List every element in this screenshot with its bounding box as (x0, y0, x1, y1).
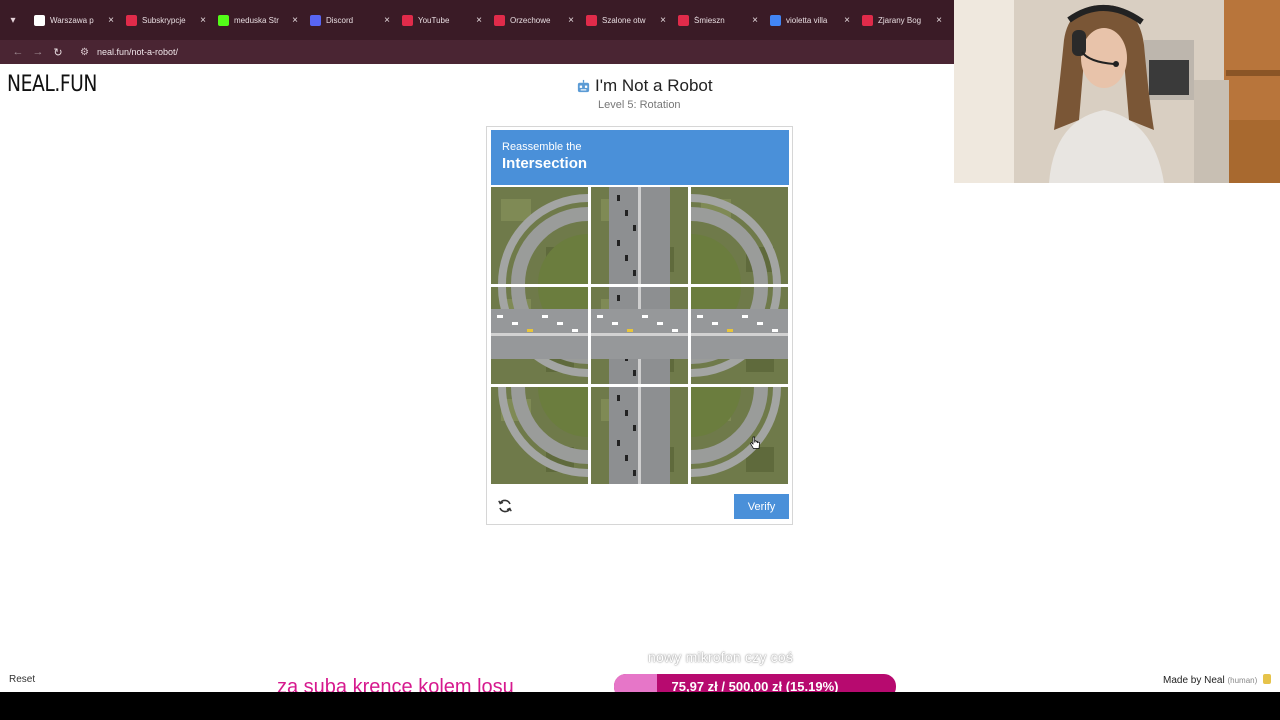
page-content: NEAL.FUN I'm Not a Robot Level 5: Rotati… (0, 64, 954, 692)
tab-close-icon[interactable]: × (752, 15, 758, 26)
tab-favicon-icon (126, 14, 137, 26)
tab-title: Zjarany Bog (878, 15, 922, 25)
tab-title: violetta villa (786, 15, 828, 25)
browser-tab[interactable]: Subskrypcje × (120, 6, 212, 34)
tab-close-icon[interactable]: × (660, 15, 666, 26)
aerial-road-image (591, 287, 688, 384)
tab-title: Szalone otw (602, 15, 646, 25)
tab-title: Subskrypcje (142, 15, 186, 25)
tab-title: Śmieszn (694, 15, 725, 25)
aerial-road-image (491, 187, 588, 284)
browser-tab[interactable]: Zjarany Bog × (856, 6, 948, 34)
aerial-road-image (691, 187, 788, 284)
aerial-road-image (491, 387, 588, 484)
title-row: I'm Not a Robot (576, 76, 713, 96)
captcha-tile[interactable] (691, 387, 788, 484)
made-by-tag: (human) (1227, 676, 1258, 685)
browser-address-bar: ← → ↻ ⚙ neal.fun/not-a-robot/ (0, 40, 954, 64)
captcha-tile[interactable] (591, 287, 688, 384)
browser-tab[interactable]: YouTube × (396, 6, 488, 34)
captcha-tile[interactable] (491, 187, 588, 284)
made-by-credit[interactable]: Made by Neal (human) (1163, 674, 1272, 686)
captcha-tile[interactable] (591, 387, 688, 484)
captcha-tile[interactable] (491, 287, 588, 384)
captcha-target: Intersection (502, 155, 588, 172)
robot-icon (577, 79, 590, 92)
tab-title: Discord (326, 15, 354, 25)
browser-tab[interactable]: violetta villa × (764, 6, 856, 34)
tab-close-icon[interactable]: × (384, 15, 390, 26)
tab-close-icon[interactable]: × (476, 15, 482, 26)
tab-close-icon[interactable]: × (108, 15, 114, 26)
hand-cursor-icon (750, 436, 760, 449)
back-arrow-icon[interactable]: ← (8, 46, 28, 58)
tab-search-chevron-icon[interactable]: ▾ (4, 11, 22, 29)
site-info-icon[interactable]: ⚙ (80, 47, 89, 58)
level-subtitle: Level 5: Rotation (598, 99, 681, 111)
aerial-road-image (591, 387, 688, 484)
captcha-tile[interactable] (591, 187, 688, 284)
made-by-label: Made by Neal (1163, 675, 1225, 686)
goal-title: nowy mikrofon czy coś (648, 649, 794, 665)
tab-close-icon[interactable]: × (292, 15, 298, 26)
aerial-road-image (691, 287, 788, 384)
page-title: I'm Not a Robot (595, 76, 713, 95)
aerial-road-image (691, 387, 788, 484)
tab-close-icon[interactable]: × (844, 15, 850, 26)
tab-title: Warszawa p (50, 15, 94, 25)
tab-favicon-icon (862, 14, 873, 26)
webcam-feed (954, 0, 1280, 183)
tab-favicon-icon (586, 14, 597, 26)
browser-tab[interactable]: meduska Str × (212, 6, 304, 34)
captcha-tile[interactable] (691, 287, 788, 384)
tab-favicon-icon (310, 14, 321, 26)
captcha-tile[interactable] (491, 387, 588, 484)
tab-favicon-icon (218, 14, 229, 26)
url-field[interactable]: neal.fun/not-a-robot/ (97, 47, 178, 57)
site-logo[interactable]: NEAL.FUN (7, 72, 97, 97)
browser-tab[interactable]: Discord × (304, 6, 396, 34)
verify-button[interactable]: Verify (734, 494, 789, 519)
captcha-tile-grid (491, 187, 789, 485)
browser-tab[interactable]: Warszawa p × (28, 6, 120, 34)
reset-button[interactable]: Reset (9, 674, 35, 685)
captcha-instruction: Reassemble the (502, 141, 582, 153)
captcha-footer: Verify (487, 487, 792, 525)
aerial-road-image (591, 187, 688, 284)
refresh-icon[interactable] (497, 498, 513, 514)
tab-title: Orzechowe (510, 15, 551, 25)
captcha-tile[interactable] (691, 187, 788, 284)
browser-tab[interactable]: Szalone otw × (580, 6, 672, 34)
captcha-widget: Reassemble the Intersection Verify (486, 126, 793, 525)
cup-icon (1263, 674, 1272, 684)
tab-favicon-icon (770, 14, 781, 26)
captcha-header: Reassemble the Intersection (491, 130, 789, 185)
browser-tab[interactable]: Śmieszn × (672, 6, 764, 34)
tab-close-icon[interactable]: × (936, 15, 942, 26)
tab-close-icon[interactable]: × (568, 15, 574, 26)
reload-icon[interactable]: ↻ (48, 46, 68, 59)
tab-favicon-icon (34, 14, 45, 26)
tab-favicon-icon (678, 14, 689, 26)
tab-title: YouTube (418, 15, 450, 25)
aerial-road-image (491, 287, 588, 384)
forward-arrow-icon[interactable]: → (28, 46, 48, 58)
tab-close-icon[interactable]: × (200, 15, 206, 26)
screen: ▾ Warszawa p × Subskrypcje × meduska Str × Dis… (0, 0, 1280, 720)
browser-tab-bar: ▾ Warszawa p × Subskrypcje × meduska Str × Dis… (0, 0, 954, 40)
letterbox-bar (0, 692, 1280, 720)
browser-tab[interactable]: Orzechowe × (488, 6, 580, 34)
tab-favicon-icon (402, 14, 413, 26)
tab-title: meduska Str (234, 15, 279, 25)
tab-favicon-icon (494, 14, 505, 26)
